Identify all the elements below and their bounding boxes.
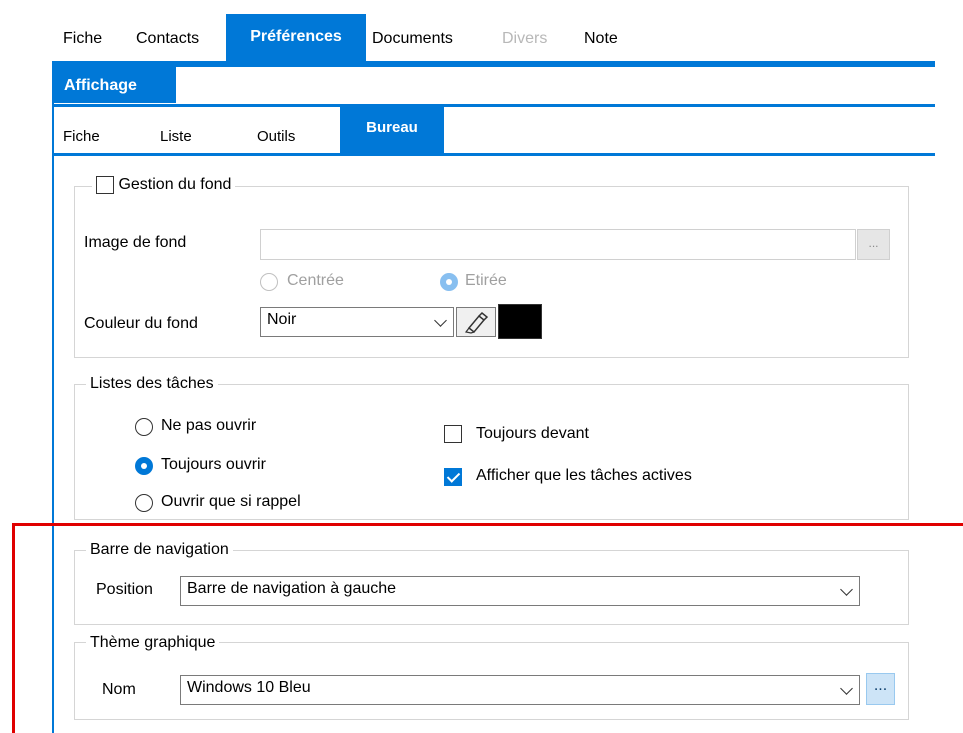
tab-fiche[interactable]: Fiche (63, 30, 102, 48)
tasks-legend: Listes des tâches (86, 375, 218, 393)
gestion-fond-label: Gestion du fond (118, 176, 232, 193)
nom-label: Nom (102, 681, 136, 698)
tab-note[interactable]: Note (584, 30, 618, 48)
position-label: Position (96, 581, 153, 598)
centree-radio[interactable] (260, 273, 278, 291)
toujours-ouvrir-label: Toujours ouvrir (161, 456, 266, 473)
highlight-left-edge (12, 523, 15, 733)
centree-label: Centrée (287, 272, 344, 289)
left-border (52, 61, 54, 733)
position-select[interactable]: Barre de navigation à gauche (180, 576, 860, 606)
section-divider (52, 104, 935, 107)
subtab-bureau[interactable]: Bureau (340, 107, 444, 153)
couleur-fond-value: Noir (267, 311, 297, 328)
toujours-devant-checkbox[interactable] (444, 425, 462, 443)
theme-value: Windows 10 Bleu (187, 679, 311, 696)
position-value: Barre de navigation à gauche (187, 580, 397, 597)
tab-underline (52, 61, 935, 67)
subtab-liste[interactable]: Liste (160, 128, 192, 145)
image-browse-button[interactable]: ... (857, 229, 890, 260)
tab-contacts[interactable]: Contacts (136, 30, 199, 48)
paint-brush-icon (464, 311, 489, 334)
afficher-actives-checkbox[interactable] (444, 468, 462, 486)
afficher-actives-label: Afficher que les tâches actives (476, 467, 692, 484)
subtab-divider (52, 153, 935, 156)
nav-legend: Barre de navigation (86, 541, 233, 559)
gestion-fond-checkbox[interactable] (96, 176, 114, 194)
chevron-down-icon (840, 583, 853, 596)
toujours-devant-label: Toujours devant (476, 425, 589, 442)
theme-legend: Thème graphique (86, 634, 220, 652)
subtab-fiche[interactable]: Fiche (63, 128, 100, 145)
brush-button[interactable] (456, 307, 496, 337)
ne-pas-ouvrir-radio[interactable] (135, 418, 153, 436)
subtab-outils[interactable]: Outils (257, 128, 295, 145)
theme-select[interactable]: Windows 10 Bleu (180, 675, 860, 705)
couleur-fond-label: Couleur du fond (84, 315, 198, 332)
image-fond-label: Image de fond (84, 234, 187, 251)
theme-more-button[interactable]: ... (866, 673, 895, 705)
image-fond-input[interactable] (260, 229, 856, 260)
section-affichage[interactable]: Affichage (52, 67, 176, 103)
ouvrir-si-rappel-radio[interactable] (135, 494, 153, 512)
gestion-fond-legend: Gestion du fond (92, 176, 236, 195)
ouvrir-si-rappel-label: Ouvrir que si rappel (161, 493, 301, 510)
etiree-label: Etirée (465, 272, 507, 289)
chevron-down-icon (434, 314, 447, 327)
highlight-top-edge (12, 523, 963, 526)
chevron-down-icon (840, 682, 853, 695)
color-swatch[interactable] (498, 304, 542, 339)
couleur-fond-select[interactable]: Noir (260, 307, 454, 337)
tab-documents[interactable]: Documents (372, 30, 453, 48)
tab-divers: Divers (502, 30, 548, 47)
etiree-radio[interactable] (440, 273, 458, 291)
tab-preferences[interactable]: Préférences (226, 14, 366, 61)
toujours-ouvrir-radio[interactable] (135, 457, 153, 475)
ne-pas-ouvrir-label: Ne pas ouvrir (161, 417, 257, 434)
